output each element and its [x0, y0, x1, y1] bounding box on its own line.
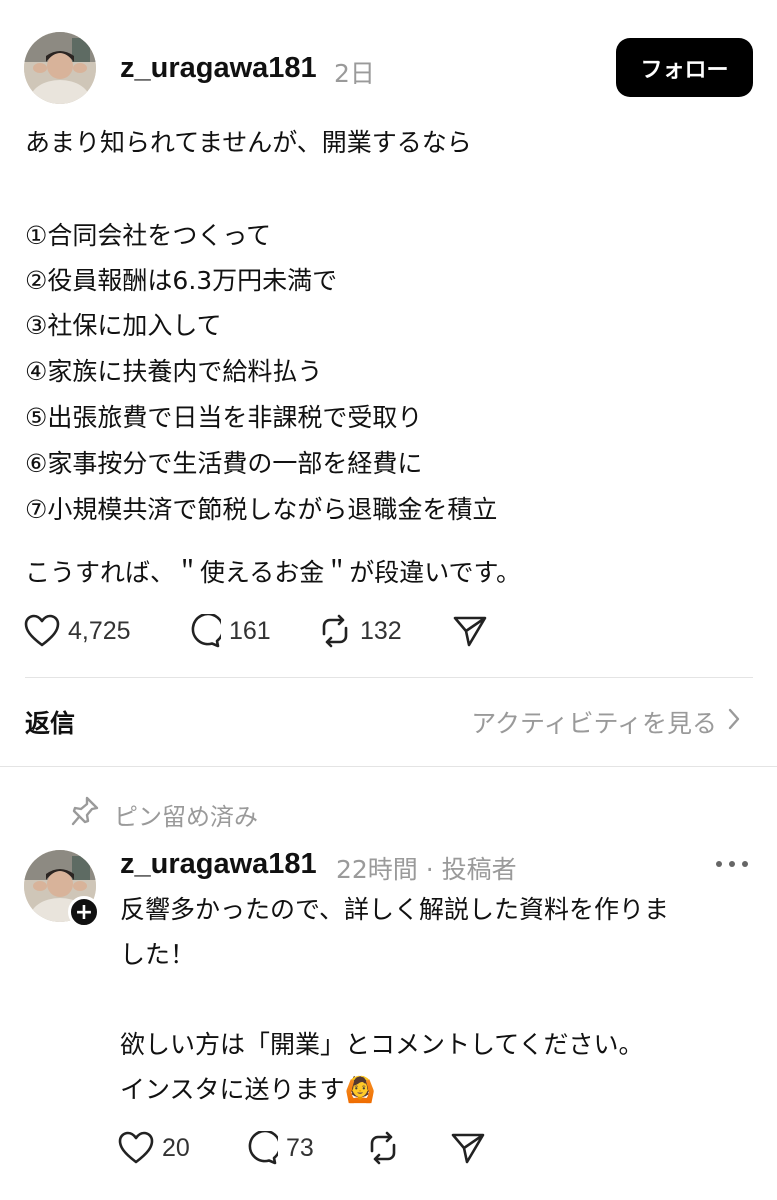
- comment-bubble-icon: [244, 1131, 278, 1165]
- post-line: ①合同会社をつくって: [25, 221, 272, 250]
- comment-bubble-icon: [187, 614, 221, 648]
- author-username[interactable]: z_uragawa181: [120, 52, 317, 85]
- reply-line: インスタに送ります🙆: [120, 1075, 376, 1104]
- post-time: 2日: [334, 59, 375, 88]
- comment-button[interactable]: 161: [187, 614, 271, 648]
- repost-icon: [366, 1131, 400, 1165]
- heart-icon: [118, 1131, 154, 1165]
- heart-icon: [24, 614, 60, 648]
- post-line: こうすれば、＂使えるお金＂が段違いです。: [25, 558, 522, 587]
- pinned-indicator: ピン留め済み: [70, 795, 258, 833]
- follow-button[interactable]: フォロー: [616, 38, 753, 97]
- reply-comment-count: 73: [286, 1133, 314, 1162]
- replies-heading: 返信: [25, 709, 76, 738]
- more-icon[interactable]: [716, 850, 748, 878]
- post-line: ②役員報酬は6.3万円未満で: [25, 266, 338, 295]
- post-line: あまり知られてませんが、開業するなら: [25, 128, 472, 157]
- post-line: ③社保に加入して: [25, 311, 222, 340]
- repost-icon: [318, 614, 352, 648]
- comment-count: 161: [229, 616, 271, 645]
- pin-icon: [70, 795, 100, 833]
- reply-line: 欲しい方は「開業」とコメントしてください。: [120, 1030, 644, 1059]
- author-avatar[interactable]: [24, 32, 96, 104]
- reply-author-username[interactable]: z_uragawa181: [120, 848, 317, 881]
- reply-like-button[interactable]: 20: [118, 1131, 190, 1165]
- reply-line: した！: [120, 940, 196, 969]
- reply-share-button[interactable]: [450, 1131, 486, 1165]
- send-icon: [452, 614, 488, 648]
- plus-icon[interactable]: +: [68, 896, 100, 928]
- send-icon: [450, 1131, 486, 1165]
- repost-count: 132: [360, 616, 402, 645]
- reply-meta: 22時間 · 投稿者: [336, 855, 517, 884]
- share-button[interactable]: [452, 614, 488, 648]
- like-count: 4,725: [68, 616, 131, 645]
- chevron-right-icon: [727, 707, 741, 737]
- like-button[interactable]: 4,725: [24, 614, 131, 648]
- pinned-label: ピン留め済み: [114, 802, 258, 831]
- post-line: ④家族に扶養内で給料払う: [25, 357, 323, 386]
- divider: [25, 677, 753, 678]
- post-line: ⑦小規模共済で節税しながら退職金を積立: [25, 495, 498, 524]
- repost-button[interactable]: 132: [318, 614, 402, 648]
- reply-like-count: 20: [162, 1133, 190, 1162]
- post-line: ⑥家事按分で生活費の一部を経費に: [25, 449, 423, 478]
- post-line: ⑤出張旅費で日当を非課税で受取り: [25, 403, 423, 432]
- view-activity-label: アクティビティを見る: [471, 709, 717, 738]
- reply-line: 反響多かったので、詳しく解説した資料を作りま: [120, 895, 670, 924]
- divider: [0, 766, 777, 767]
- view-activity-link[interactable]: アクティビティを見る: [471, 704, 741, 740]
- reply-repost-button[interactable]: [366, 1131, 400, 1165]
- reply-comment-button[interactable]: 73: [244, 1131, 314, 1165]
